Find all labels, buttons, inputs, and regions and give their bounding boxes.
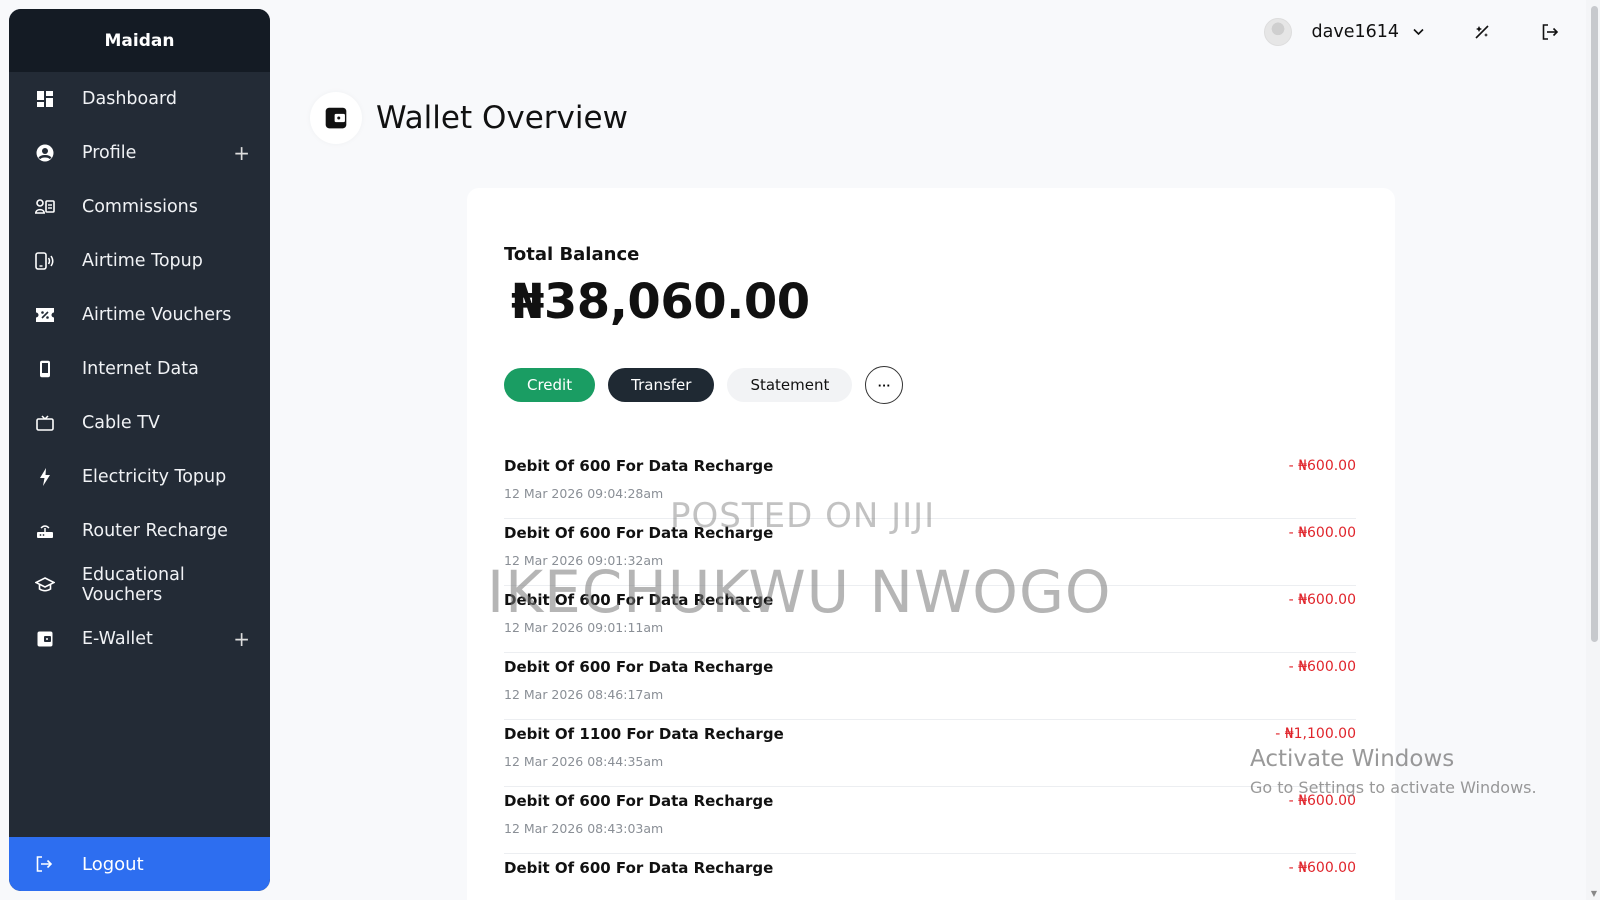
transaction-amount: - ₦600.00	[1288, 659, 1356, 675]
logout-label: Logout	[82, 853, 144, 875]
page-title: Wallet Overview	[376, 100, 628, 136]
credit-button[interactable]: Credit	[504, 368, 596, 402]
transaction-title: Debit Of 1100 For Data Recharge	[504, 725, 784, 743]
sidebar-item-label: Airtime Topup	[82, 251, 203, 271]
transaction-title: Debit Of 600 For Data Recharge	[504, 792, 774, 810]
transaction-row[interactable]: Debit Of 600 For Data Recharge - ₦600.00	[504, 854, 1356, 900]
balance-label: Total Balance	[504, 244, 640, 265]
activate-subtitle: Go to Settings to activate Windows.	[1250, 778, 1537, 797]
sidebar-item-label: Dashboard	[82, 89, 177, 109]
transaction-date: 12 Mar 2026 08:46:17am	[504, 687, 664, 702]
phone-signal-icon	[35, 251, 55, 271]
statement-button[interactable]: Statement	[727, 368, 853, 402]
sidebar-item-cable-tv[interactable]: Cable TV	[9, 396, 270, 450]
more-options-button[interactable]: ···	[865, 366, 904, 404]
sidebar-item-electricity-topup[interactable]: Electricity Topup	[9, 450, 270, 504]
user-circle-icon	[35, 143, 55, 163]
scrollbar-thumb[interactable]	[1591, 6, 1598, 642]
voucher-icon	[35, 305, 55, 325]
sidebar-nav: Dashboard Profile + Commissions Airtime …	[9, 72, 270, 666]
transaction-amount: - ₦600.00	[1288, 525, 1356, 541]
sidebar-item-label: E-Wallet	[82, 629, 153, 649]
sidebar: Maidan Dashboard Profile + Commissions A…	[9, 9, 270, 891]
sidebar-item-label: Airtime Vouchers	[82, 305, 232, 325]
lightning-icon	[35, 467, 55, 487]
sidebar-item-airtime-vouchers[interactable]: Airtime Vouchers	[9, 288, 270, 342]
page-header: Wallet Overview	[310, 92, 628, 144]
brand-logo[interactable]: Maidan	[9, 9, 270, 72]
scroll-down-arrow-icon[interactable]: ▼	[1591, 889, 1597, 898]
transaction-amount: - ₦600.00	[1288, 860, 1356, 876]
activate-windows-notice: Activate Windows Go to Settings to activ…	[1250, 746, 1537, 797]
transaction-date: 12 Mar 2026 09:04:28am	[504, 486, 664, 501]
transaction-row[interactable]: Debit Of 600 For Data Recharge 12 Mar 20…	[504, 787, 1356, 854]
sidebar-item-label: Cable TV	[82, 413, 160, 433]
sidebar-item-commissions[interactable]: Commissions	[9, 180, 270, 234]
tv-icon	[35, 413, 55, 433]
transaction-amount: - ₦600.00	[1288, 458, 1356, 474]
top-bar: dave1614	[1263, 14, 1561, 50]
username[interactable]: dave1614	[1312, 22, 1400, 42]
wallet-icon	[310, 92, 362, 144]
transaction-amount: - ₦1,100.00	[1275, 726, 1356, 742]
sidebar-item-label: Electricity Topup	[82, 467, 227, 487]
theme-toggle-icon[interactable]	[1472, 22, 1492, 42]
sidebar-item-router-recharge[interactable]: Router Recharge	[9, 504, 270, 558]
sidebar-item-label: Profile	[82, 143, 137, 163]
dashboard-icon	[35, 89, 55, 109]
sidebar-item-label: Router Recharge	[82, 521, 228, 541]
sidebar-item-label: Educational Vouchers	[82, 565, 185, 605]
brand-name: Maidan	[104, 30, 175, 51]
watermark-name: IKECHUKWU NWOGO	[487, 558, 1112, 626]
sidebar-item-internet-data[interactable]: Internet Data	[9, 342, 270, 396]
sidebar-item-label: Commissions	[82, 197, 198, 217]
balance-amount: ₦38,060.00	[511, 274, 810, 330]
sidebar-item-educational-vouchers[interactable]: Educational Vouchers	[9, 558, 270, 612]
transaction-title: Debit Of 600 For Data Recharge	[504, 457, 774, 475]
chevron-down-icon[interactable]	[1413, 26, 1424, 39]
logout-icon	[35, 855, 55, 873]
expand-plus-icon[interactable]: +	[233, 627, 250, 651]
wallet-actions: Credit Transfer Statement ···	[504, 366, 904, 404]
sidebar-item-e-wallet[interactable]: E-Wallet +	[9, 612, 270, 666]
transaction-date: 12 Mar 2026 08:43:03am	[504, 821, 664, 836]
router-icon	[35, 521, 55, 541]
activate-title: Activate Windows	[1250, 746, 1455, 772]
sign-out-icon[interactable]	[1540, 22, 1560, 42]
transaction-title: Debit Of 600 For Data Recharge	[504, 859, 774, 877]
watermark-posted: POSTED ON JIJI	[670, 496, 936, 536]
transaction-date: 12 Mar 2026 08:44:35am	[504, 754, 664, 769]
sidebar-item-profile[interactable]: Profile +	[9, 126, 270, 180]
sidebar-item-dashboard[interactable]: Dashboard	[9, 72, 270, 126]
sidebar-item-label: Internet Data	[82, 359, 199, 379]
page-scrollbar[interactable]: ▼	[1586, 0, 1600, 900]
transfer-button[interactable]: Transfer	[608, 368, 715, 402]
avatar[interactable]	[1263, 18, 1292, 46]
transaction-row[interactable]: Debit Of 600 For Data Recharge 12 Mar 20…	[504, 653, 1356, 720]
transaction-row[interactable]: Debit Of 1100 For Data Recharge 12 Mar 2…	[504, 720, 1356, 787]
expand-plus-icon[interactable]: +	[233, 141, 250, 165]
logout-button[interactable]: Logout	[9, 837, 270, 891]
wallet-icon	[35, 629, 55, 649]
commissions-icon	[35, 197, 55, 217]
graduation-cap-icon	[35, 575, 55, 595]
transaction-amount: - ₦600.00	[1288, 592, 1356, 608]
transaction-title: Debit Of 600 For Data Recharge	[504, 658, 774, 676]
mobile-icon	[35, 359, 55, 379]
sidebar-item-airtime-topup[interactable]: Airtime Topup	[9, 234, 270, 288]
